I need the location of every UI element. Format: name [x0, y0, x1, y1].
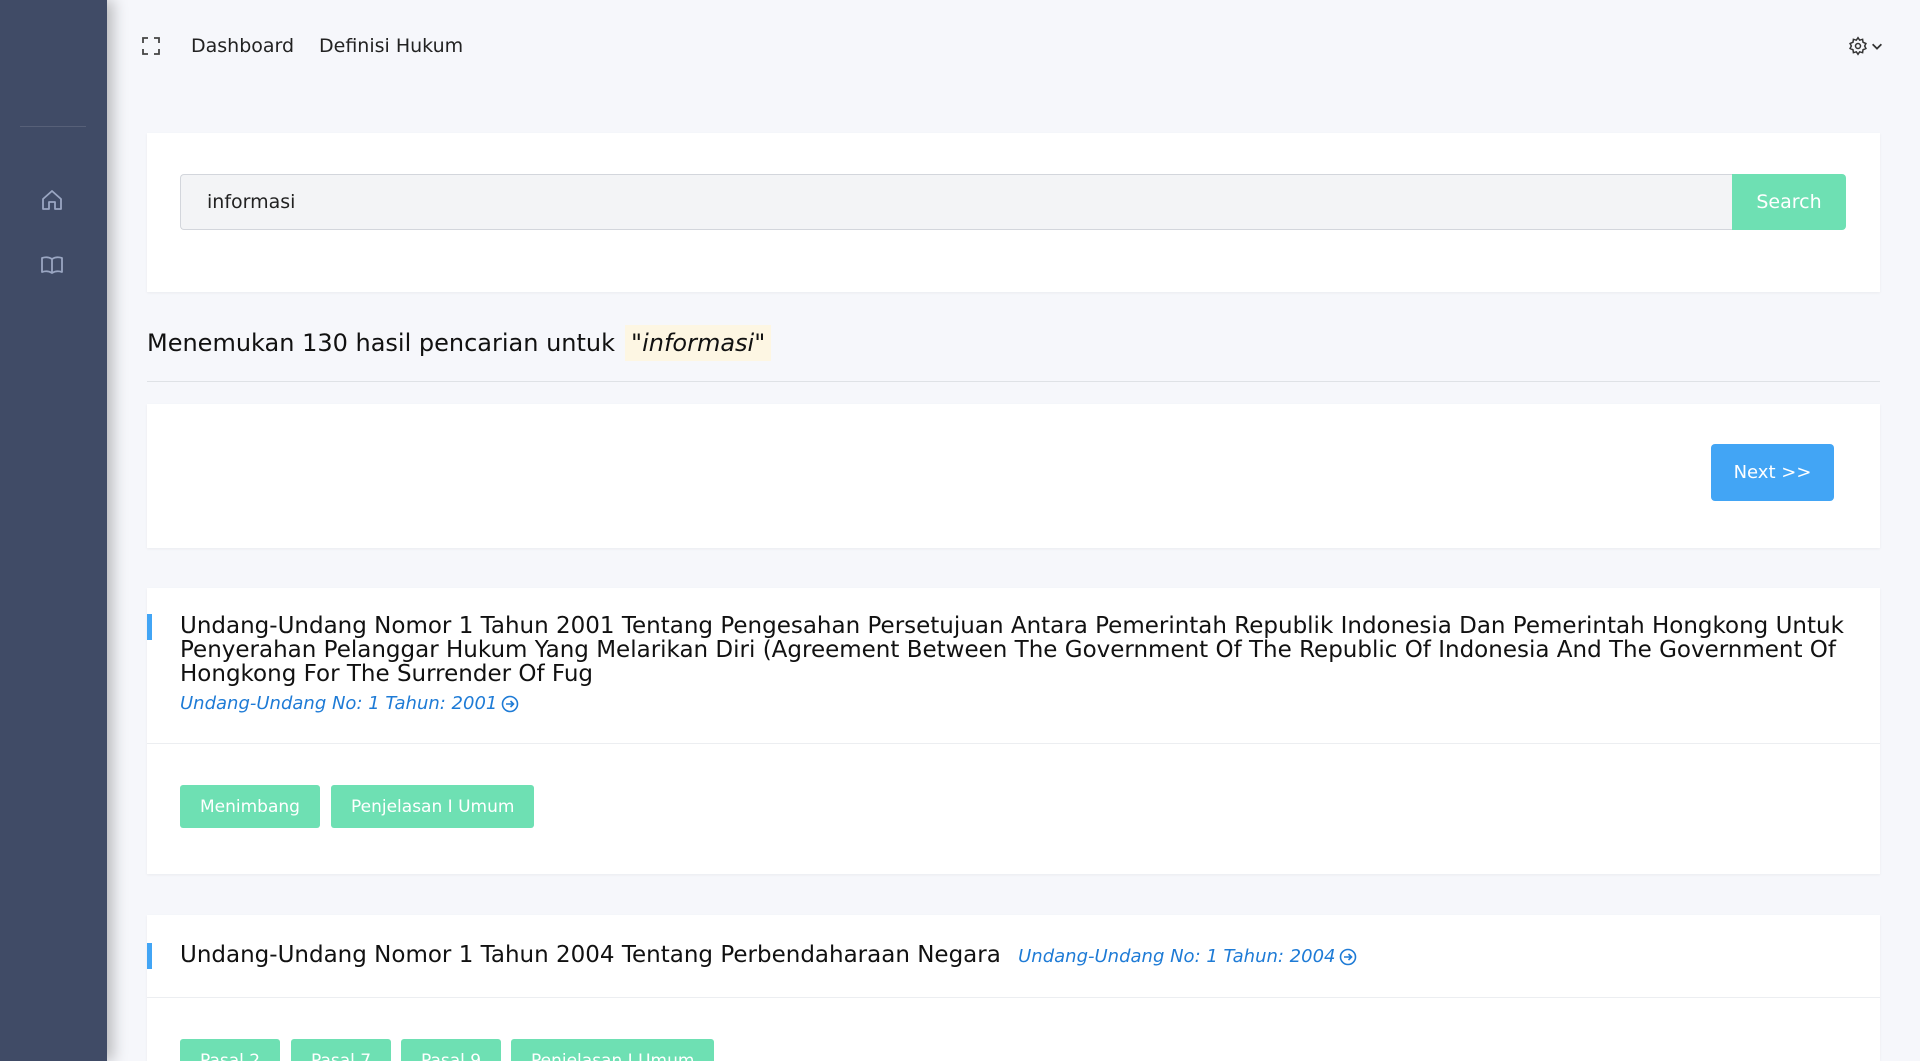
tag-button-pasal-9[interactable]: Pasal 9 — [401, 1039, 502, 1061]
arrow-circle-right-icon — [502, 695, 519, 713]
search-button[interactable]: Search — [1732, 174, 1846, 230]
results-query: "informasi" — [625, 325, 772, 361]
chevron-down-icon — [1872, 43, 1882, 50]
result-divider — [147, 997, 1880, 998]
tag-button-menimbang[interactable]: Menimbang — [180, 785, 320, 828]
tag-button-pasal-7[interactable]: Pasal 7 — [291, 1039, 392, 1061]
arrow-circle-right-icon — [1340, 948, 1357, 966]
fullscreen-icon[interactable] — [141, 36, 161, 56]
search-card: Search — [147, 133, 1880, 292]
result-accent-bar — [147, 943, 152, 969]
tag-button-penjelasan-umum[interactable]: Penjelasan I Umum — [331, 785, 535, 828]
result-title: Undang-Undang Nomor 1 Tahun 2001 Tentang… — [180, 614, 1850, 716]
result-meta-text: Undang-Undang No: 1 Tahun: 2001 — [180, 693, 498, 714]
result-card: Undang-Undang Nomor 1 Tahun 2004 Tentang… — [147, 915, 1880, 1061]
result-meta-link[interactable]: Undang-Undang No: 1 Tahun: 2004 — [1018, 945, 1357, 969]
result-title-text: Undang-Undang Nomor 1 Tahun 2004 Tentang… — [180, 942, 1001, 968]
gear-icon — [1849, 36, 1867, 56]
result-meta-text: Undang-Undang No: 1 Tahun: 2004 — [1018, 946, 1336, 967]
result-card: Undang-Undang Nomor 1 Tahun 2001 Tentang… — [147, 588, 1880, 874]
result-title: Undang-Undang Nomor 1 Tahun 2004 Tentang… — [180, 943, 1357, 969]
settings-dropdown[interactable] — [1848, 34, 1888, 58]
book-icon[interactable] — [40, 253, 64, 277]
tag-button-pasal-2[interactable]: Pasal 2 — [180, 1039, 281, 1061]
tag-button-penjelasan-umum[interactable]: Penjelasan I Umum — [511, 1039, 715, 1061]
top-navbar: Dashboard Definisi Hukum — [107, 0, 1920, 92]
nav-definisi-hukum[interactable]: Definisi Hukum — [319, 35, 463, 57]
sidebar — [0, 0, 107, 1061]
search-input[interactable] — [180, 174, 1732, 230]
results-divider — [147, 381, 1880, 382]
pagination-card: Next >> — [147, 404, 1880, 548]
next-page-button[interactable]: Next >> — [1711, 444, 1834, 501]
results-count-text: Menemukan 130 hasil pencarian untuk — [147, 329, 616, 357]
home-icon[interactable] — [40, 188, 64, 212]
result-meta-link[interactable]: Undang-Undang No: 1 Tahun: 2001 — [180, 692, 519, 716]
nav-dashboard[interactable]: Dashboard — [191, 35, 294, 57]
sidebar-divider — [20, 126, 86, 127]
result-divider — [147, 743, 1880, 744]
result-accent-bar — [147, 614, 152, 640]
results-heading: Menemukan 130 hasil pencarian untuk "inf… — [147, 325, 772, 361]
result-title-text: Undang-Undang Nomor 1 Tahun 2001 Tentang… — [180, 613, 1844, 687]
